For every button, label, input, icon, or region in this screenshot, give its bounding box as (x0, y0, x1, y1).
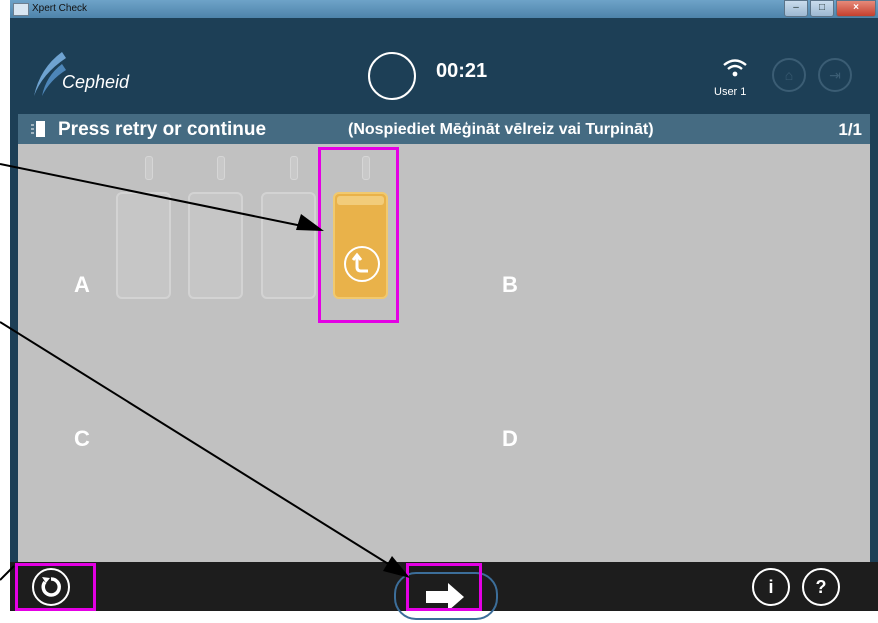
highlight-retry-button (15, 563, 96, 611)
step-count: 1/1 (838, 120, 862, 139)
module-label-c: C (74, 426, 90, 451)
app-icon (13, 3, 29, 16)
cepheid-logo: Cepheid (32, 50, 162, 100)
cartridge-slot[interactable] (116, 192, 171, 299)
cartridge-icon (31, 121, 45, 137)
module-label-b: B (502, 272, 518, 297)
wifi-icon (723, 59, 747, 77)
home-icon[interactable]: ⌂ (772, 58, 806, 92)
minimize-button[interactable]: – (784, 0, 808, 17)
step-subtitle: (Nospiediet Mēģināt vēlreiz vai Turpināt… (348, 121, 654, 138)
tube-top (217, 156, 225, 180)
highlight-cartridge (318, 147, 399, 323)
app-window: Xpert Check – □ × Cepheid 00:21 User 1 ⌂… (10, 0, 878, 620)
window-title: Xpert Check (32, 3, 88, 14)
step-bar: Press retry or continue (Nospiediet Mēģi… (18, 114, 870, 144)
cartridge-slot[interactable] (261, 192, 316, 299)
timer-ring (368, 52, 416, 100)
highlight-continue-button (406, 563, 482, 611)
info-button[interactable]: i (752, 568, 790, 606)
app-header: Cepheid 00:21 User 1 ⌂ ⇥ (10, 18, 878, 114)
logo-text: Cepheid (62, 72, 130, 92)
module-area: A B C D (18, 144, 870, 562)
window-controls: – □ × (784, 0, 876, 17)
module-label-d: D (502, 426, 518, 451)
step-title: Press retry or continue (58, 119, 267, 140)
cartridge-slot[interactable] (188, 192, 243, 299)
tube-top (145, 156, 153, 180)
module-label-a: A (74, 272, 90, 297)
tube-top (290, 156, 298, 180)
close-button[interactable]: × (836, 0, 876, 17)
timer: 00:21 (436, 60, 488, 82)
help-button[interactable]: ? (802, 568, 840, 606)
maximize-button[interactable]: □ (810, 0, 834, 17)
window-titlebar: Xpert Check – □ × (10, 0, 878, 18)
exit-icon[interactable]: ⇥ (818, 58, 852, 92)
user-label: User 1 (714, 86, 747, 98)
